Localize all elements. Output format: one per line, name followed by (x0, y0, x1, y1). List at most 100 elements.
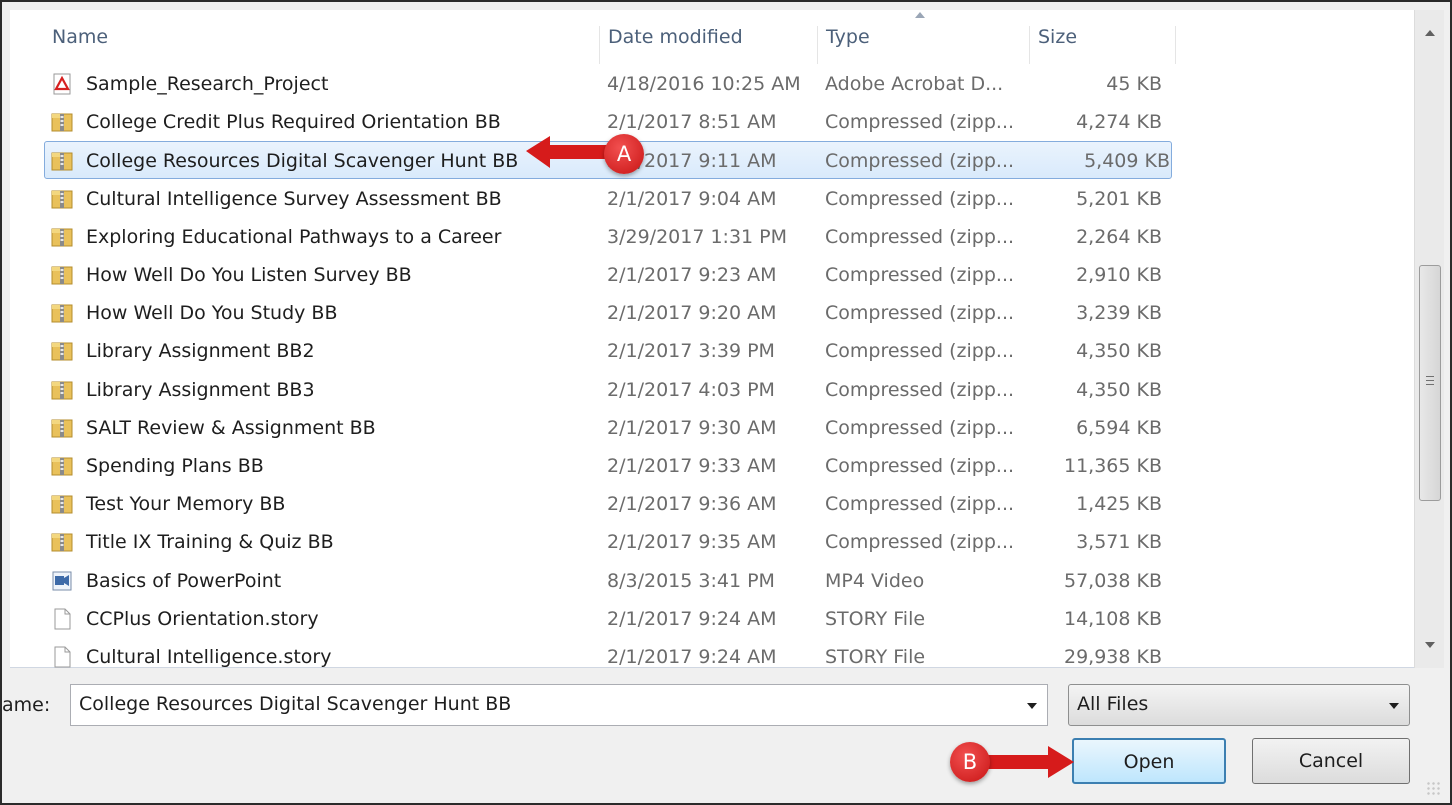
column-header-size[interactable]: Size (1030, 26, 1176, 64)
open-button[interactable]: Open (1072, 738, 1226, 784)
file-type: Compressed (zipp... (825, 531, 1015, 554)
file-type: Adobe Acrobat D... (825, 73, 1004, 95)
file-type: Compressed (zipp... (825, 302, 1015, 325)
file-date-modified: 2/1/2017 9:24 AM (607, 607, 777, 630)
file-row[interactable]: College Credit Plus Required Orientation… (10, 103, 1408, 141)
file-name: Library Assignment BB3 (86, 378, 315, 401)
file-date-modified: 3/29/2017 1:31 PM (607, 225, 788, 248)
file-date-modified: 2/1/2017 9:36 AM (607, 493, 777, 516)
file-date-modified: 2/1/2017 9:30 AM (607, 416, 777, 439)
column-header-name[interactable]: Name (44, 26, 600, 64)
file-name: Spending Plans BB (86, 455, 264, 477)
zip-folder-icon (50, 416, 74, 440)
file-row[interactable]: Sample_Research_Project 4/18/2016 10:25 A… (10, 65, 1408, 103)
cancel-button[interactable]: Cancel (1252, 738, 1410, 784)
file-date-modified: 2/1/2017 9:04 AM (607, 187, 777, 210)
file-type: Compressed (zipp... (825, 416, 1015, 439)
file-row[interactable]: Cultural Intelligence Survey Assessment … (10, 180, 1408, 218)
file-type-value: All Files (1077, 693, 1149, 715)
file-name: Exploring Educational Pathways to a Care… (86, 225, 502, 248)
file-row[interactable]: Title IX Training & Quiz BB 2/1/2017 9:35… (10, 523, 1408, 561)
zip-folder-icon (50, 339, 74, 363)
file-name: Test Your Memory BB (86, 493, 286, 516)
file-name: Library Assignment BB2 (86, 340, 315, 363)
column-header-row: Name Date modified Type Size (10, 10, 1408, 64)
file-name: College Resources Digital Scavenger Hunt… (86, 150, 519, 173)
file-name: Basics of PowerPoint (86, 569, 282, 592)
file-date-modified: 2/1/2017 8:51 AM (607, 111, 777, 134)
file-type: Compressed (zipp... (825, 378, 1015, 401)
vertical-scrollbar[interactable] (1414, 10, 1444, 668)
column-header-name-label: Name (52, 26, 109, 48)
file-type: Compressed (zipp... (825, 187, 1015, 210)
file-date-modified: 2/1/2017 4:03 PM (607, 378, 775, 401)
file-type: Compressed (zipp... (825, 225, 1015, 248)
filename-input[interactable]: College Resources Digital Scavenger Hunt… (70, 684, 1048, 726)
file-size: 6,594 KB (1076, 416, 1162, 439)
file-size: 57,038 KB (1063, 569, 1162, 592)
file-size: 3,571 KB (1076, 531, 1162, 554)
file-row[interactable]: Exploring Educational Pathways to a Care… (10, 218, 1408, 256)
scrollbar-grip-icon (1426, 376, 1434, 385)
file-row[interactable]: CCPlus Orientation.story 2/1/2017 9:24 AM… (10, 600, 1408, 638)
file-size: 2,264 KB (1076, 225, 1162, 248)
filename-dropdown-icon[interactable] (1027, 703, 1037, 709)
file-type: STORY File (825, 646, 926, 668)
file-type: STORY File (825, 607, 926, 630)
file-name: Cultural Intelligence Survey Assessment … (86, 187, 502, 210)
column-header-date-label: Date modified (608, 26, 743, 48)
file-size: 29,938 KB (1063, 646, 1162, 668)
resize-grip-icon[interactable] (1426, 781, 1440, 795)
file-size: 11,365 KB (1063, 455, 1162, 477)
file-type: Compressed (zipp... (825, 455, 1015, 477)
callout-a-badge: A (604, 134, 644, 174)
file-size: 14,108 KB (1063, 607, 1162, 630)
scroll-up-button[interactable] (1415, 18, 1445, 48)
zip-folder-icon (50, 187, 74, 211)
file-row[interactable]: Spending Plans BB 2/1/2017 9:33 AM Compres… (10, 447, 1408, 485)
file-row[interactable]: Library Assignment BB3 2/1/2017 4:03 PM Co… (10, 371, 1408, 409)
scroll-up-icon (1425, 30, 1435, 36)
file-type: Compressed (zipp... (825, 264, 1015, 286)
zip-folder-icon (50, 263, 74, 287)
filename-input-value: College Resources Digital Scavenger Hunt… (79, 693, 512, 715)
file-row[interactable]: Test Your Memory BB 2/1/2017 9:36 AM Compr… (10, 485, 1408, 523)
filename-label: ame: (2, 694, 51, 716)
file-size: 4,274 KB (1076, 111, 1162, 134)
column-header-date[interactable]: Date modified (600, 26, 818, 64)
zip-folder-icon (50, 225, 74, 249)
file-size: 5,409 KB (1084, 150, 1170, 173)
file-open-dialog: Name Date modified Type Size Sample_Rese… (0, 0, 1452, 805)
zip-folder-icon (50, 492, 74, 516)
file-size: 1,425 KB (1076, 493, 1162, 516)
zip-folder-icon (50, 454, 74, 478)
file-type: MP4 Video (825, 569, 925, 592)
scroll-down-button[interactable] (1415, 630, 1445, 660)
file-row[interactable]: How Well Do You Study BB 2/1/2017 9:20 AM… (10, 294, 1408, 332)
file-date-modified: 2/1/2017 9:33 AM (607, 455, 777, 477)
file-type-select[interactable]: All Files (1068, 684, 1410, 726)
file-date-modified: 2/1/2017 9:23 AM (607, 264, 777, 286)
file-row[interactable]: How Well Do You Listen Survey BB 2/1/2017… (10, 256, 1408, 294)
file-type: Compressed (zipp... (825, 493, 1015, 516)
column-header-type-label: Type (826, 26, 870, 48)
file-type: Compressed (zipp... (825, 340, 1015, 363)
column-header-type[interactable]: Type (818, 26, 1030, 64)
callout-b-arrow-icon (982, 746, 1074, 778)
file-size: 2,910 KB (1076, 264, 1162, 286)
zip-folder-icon (50, 149, 74, 173)
file-date-modified: 2/1/2017 9:20 AM (607, 302, 777, 325)
column-header-size-label: Size (1038, 26, 1078, 48)
scrollbar-thumb[interactable] (1419, 265, 1441, 501)
file-row[interactable]: Cultural Intelligence.story 2/1/2017 9:24… (10, 638, 1408, 676)
blank-file-icon (50, 645, 74, 669)
file-type: Compressed (zipp... (825, 150, 1015, 173)
file-row[interactable]: Library Assignment BB2 2/1/2017 3:39 PM Co… (10, 332, 1408, 370)
video-file-icon (50, 569, 74, 593)
file-row[interactable]: SALT Review & Assignment BB 2/1/2017 9:30… (10, 409, 1408, 447)
file-name: SALT Review & Assignment BB (86, 416, 376, 439)
file-row[interactable]: Basics of PowerPoint 8/3/2015 3:41 PM MP4 … (10, 562, 1408, 600)
file-name: Sample_Research_Project (86, 73, 329, 95)
file-name: College Credit Plus Required Orientation… (86, 111, 501, 134)
file-date-modified: 8/3/2015 3:41 PM (607, 569, 775, 592)
